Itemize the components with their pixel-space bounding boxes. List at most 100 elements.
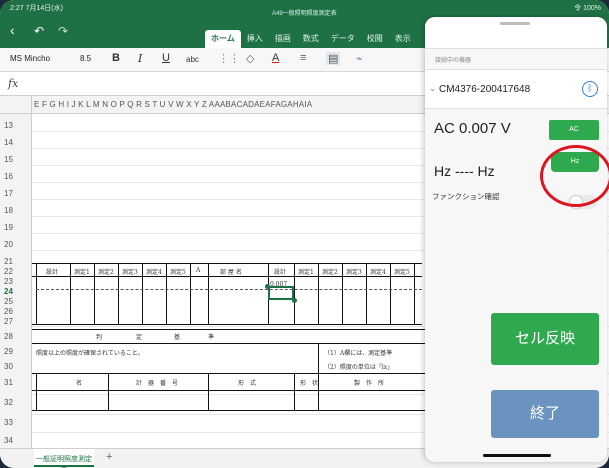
header-cell: 測定3 bbox=[346, 269, 362, 276]
bold-button[interactable]: B bbox=[112, 52, 120, 64]
undo-icon[interactable]: ↶ bbox=[34, 24, 44, 38]
status-time: 2:27 7月14日(水) bbox=[10, 5, 63, 12]
note-text: （1）A欄には、測定基準 bbox=[324, 350, 393, 357]
tab-data[interactable]: データ bbox=[325, 30, 361, 48]
row-number[interactable]: 27 bbox=[4, 317, 13, 326]
header-cell: 部 屋 名 bbox=[220, 269, 242, 276]
function-check-label: ファンクション確認 bbox=[432, 192, 500, 201]
ac-reading: AC 0.007 V bbox=[434, 120, 511, 137]
header-cell: 測定5 bbox=[394, 269, 410, 276]
panel-grabber[interactable] bbox=[500, 22, 530, 25]
instrument-header: 形 式 bbox=[238, 380, 257, 387]
ipad-screen: 2:27 7月14日(水) 令 100% A49一般照明照度測定表 ‹ ↶ ↷ … bbox=[0, 0, 609, 468]
instrument-header: 形 状 bbox=[300, 380, 319, 387]
tab-draw[interactable]: 描画 bbox=[269, 30, 297, 48]
chevron-down-icon[interactable]: ⌄ bbox=[429, 84, 436, 93]
criteria-header: 判 bbox=[96, 334, 103, 341]
device-name: CM4376-200417648 bbox=[439, 84, 531, 95]
header-cell: 測定1 bbox=[298, 269, 314, 276]
row-number[interactable]: 22 bbox=[4, 267, 13, 276]
redo-icon[interactable]: ↷ bbox=[58, 24, 68, 38]
row-number[interactable]: 30 bbox=[4, 362, 13, 371]
add-sheet-button[interactable]: + bbox=[106, 451, 112, 463]
borders-icon[interactable]: ⋮⋮ bbox=[218, 52, 240, 65]
tab-view[interactable]: 表示 bbox=[389, 30, 417, 48]
reflect-to-cell-button[interactable]: セル反映 bbox=[491, 313, 599, 365]
instrument-header: 名 bbox=[76, 380, 83, 387]
device-row[interactable]: ⌄ CM4376-200417648 ᛒ bbox=[425, 69, 607, 109]
header-cell: 設計 bbox=[46, 269, 59, 276]
row-number-active[interactable]: 24 bbox=[4, 287, 13, 296]
hz-reading: Hz ---- Hz bbox=[434, 163, 495, 179]
row-number[interactable]: 21 bbox=[4, 257, 13, 266]
font-name-select[interactable]: MS Mincho bbox=[10, 54, 50, 63]
align-icon[interactable]: ≡ bbox=[300, 52, 306, 64]
row-number[interactable]: 29 bbox=[4, 347, 13, 356]
underline-button[interactable]: U bbox=[162, 52, 170, 64]
header-cell: 設計 bbox=[274, 269, 287, 276]
instrument-header: 製 作 所 bbox=[354, 380, 385, 387]
status-battery: 令 100% bbox=[574, 5, 601, 12]
instrument-header: 計 器 番 号 bbox=[136, 380, 179, 387]
note-text: （2）照度の単位は「lx」 bbox=[324, 364, 394, 371]
row-header: 13 14 15 16 17 18 19 20 21 22 23 24 25 2… bbox=[0, 114, 32, 454]
end-button[interactable]: 終了 bbox=[491, 390, 599, 438]
row-number[interactable]: 20 bbox=[4, 240, 13, 249]
tab-formulas[interactable]: 数式 bbox=[297, 30, 325, 48]
row-number[interactable]: 32 bbox=[4, 398, 13, 407]
panel-header bbox=[425, 17, 607, 49]
row-number[interactable]: 33 bbox=[4, 418, 13, 427]
meter-panel: 接続中の機器 ⌄ CM4376-200417648 ᛒ AC 0.007 V A… bbox=[425, 17, 607, 462]
home-indicator bbox=[483, 454, 551, 457]
font-size-select[interactable]: 8.5 bbox=[80, 54, 91, 63]
active-cell-selection[interactable] bbox=[268, 286, 294, 300]
connected-device-label: 接続中の機器 bbox=[435, 58, 472, 64]
row-number[interactable]: 16 bbox=[4, 172, 13, 181]
row-number[interactable]: 31 bbox=[4, 378, 13, 387]
document-title: A49一般照明照度測定表 bbox=[272, 11, 337, 17]
fx-icon: fx bbox=[8, 77, 19, 90]
header-cell: 測定2 bbox=[98, 269, 114, 276]
sheet-tab-active[interactable]: 一般証明照度測定表 bbox=[34, 449, 94, 468]
font-color-button[interactable]: A bbox=[272, 52, 279, 64]
row-number[interactable]: 17 bbox=[4, 189, 13, 198]
criteria-header: 定 bbox=[136, 334, 143, 341]
row-number[interactable]: 25 bbox=[4, 297, 13, 306]
criteria-header: 基 bbox=[174, 334, 181, 341]
select-all-corner[interactable] bbox=[0, 96, 32, 114]
header-cell: 測定4 bbox=[146, 269, 162, 276]
selection-handle[interactable] bbox=[292, 298, 297, 303]
header-cell: 測定4 bbox=[370, 269, 386, 276]
row-number[interactable]: 34 bbox=[4, 436, 13, 445]
ribbon-tabs: ホーム 挿入 描画 数式 データ 校閲 表示 bbox=[205, 30, 417, 48]
header-cell: 測定1 bbox=[74, 269, 90, 276]
header-cell: A bbox=[196, 267, 201, 274]
criteria-text: 照度以上の照度が確保されていること。 bbox=[36, 350, 144, 357]
criteria-header: 準 bbox=[208, 334, 215, 341]
row-number[interactable]: 28 bbox=[4, 332, 13, 341]
row-number[interactable]: 23 bbox=[4, 277, 13, 286]
format-painter-icon[interactable]: ⌁ bbox=[356, 52, 363, 65]
back-chevron-icon[interactable]: ‹ bbox=[10, 22, 15, 38]
tab-review[interactable]: 校閲 bbox=[361, 30, 389, 48]
column-letters[interactable]: E F G H I J K L M N O P Q R S T U V W X … bbox=[34, 100, 312, 109]
annotation-circle bbox=[540, 145, 609, 207]
header-cell: 測定5 bbox=[170, 269, 186, 276]
header-cell: 測定2 bbox=[322, 269, 338, 276]
italic-button[interactable]: I bbox=[138, 52, 142, 65]
row-number[interactable]: 26 bbox=[4, 307, 13, 316]
active-cell-value: 0.007 bbox=[270, 281, 288, 288]
row-number[interactable]: 18 bbox=[4, 206, 13, 215]
wrap-text-icon[interactable]: ▤ bbox=[326, 52, 341, 65]
bluetooth-icon[interactable]: ᛒ bbox=[582, 81, 598, 97]
tab-insert[interactable]: 挿入 bbox=[241, 30, 269, 48]
strikethrough-button[interactable]: abc bbox=[186, 55, 199, 64]
tab-home[interactable]: ホーム bbox=[205, 30, 241, 48]
row-number[interactable]: 15 bbox=[4, 155, 13, 164]
fill-color-icon[interactable]: ◇ bbox=[246, 52, 254, 65]
row-number[interactable]: 19 bbox=[4, 223, 13, 232]
header-cell: 測定3 bbox=[122, 269, 138, 276]
row-number[interactable]: 14 bbox=[4, 138, 13, 147]
ac-button[interactable]: AC bbox=[549, 120, 599, 140]
row-number[interactable]: 13 bbox=[4, 121, 13, 130]
